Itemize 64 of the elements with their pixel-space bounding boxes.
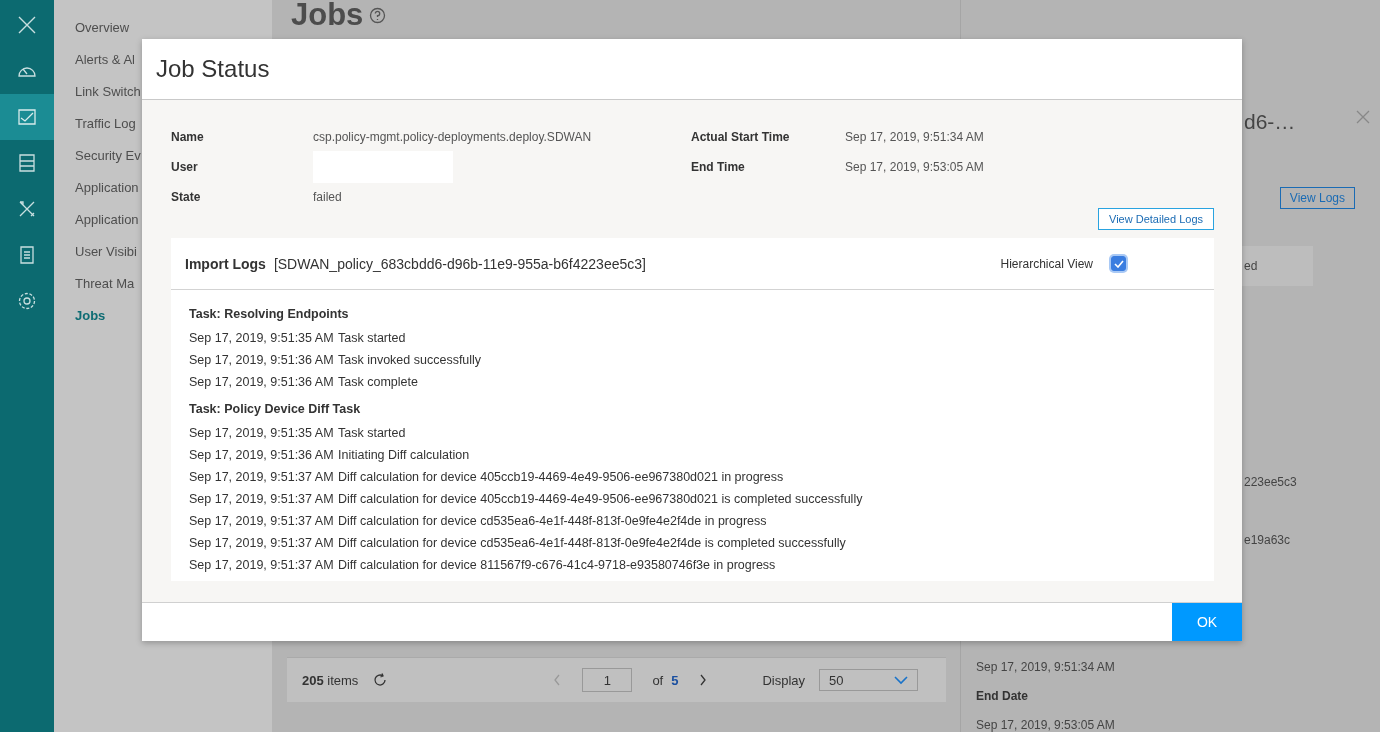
rail-item[interactable] — [0, 94, 54, 140]
start-date: Sep 17, 2019, 9:51:34 AM — [975, 660, 1116, 674]
log-time: Sep 17, 2019, 9:51:37 AM — [189, 514, 335, 528]
log-message: Diff calculation for device cd535ea6-4e1f-448f-813f-0e9fe4e2f4de in progress — [338, 514, 767, 528]
page-title: Jobs — [291, 0, 364, 33]
tools-icon — [17, 199, 37, 219]
page-of-label: of — [652, 672, 664, 688]
close-icon[interactable] — [1356, 109, 1370, 124]
field-label: Name — [171, 130, 205, 144]
display-dropdown[interactable]: 50 — [819, 669, 919, 691]
view-detailed-logs-button[interactable]: View Detailed Logs — [1098, 208, 1214, 230]
dialog-title: Job Status — [156, 55, 270, 83]
log-time: Sep 17, 2019, 9:51:35 AM — [189, 426, 335, 440]
display-label: Display — [762, 672, 806, 688]
log-message: Diff calculation for device 811567f9-c676-41c4-9718-e93580746f3e in progress — [338, 558, 776, 572]
detail-value: e19a63c — [1243, 533, 1292, 547]
log-time: Sep 17, 2019, 9:51:36 AM — [189, 448, 335, 462]
field-value: Sep 17, 2019, 9:53:05 AM — [845, 160, 984, 174]
detail-title: d6-… — [1244, 109, 1296, 134]
detail-value: 223ee5c3 — [1243, 475, 1298, 489]
field-label: Actual Start Time — [691, 130, 791, 144]
log-message: Initiating Diff calculation — [338, 448, 470, 462]
item-count: 205 items — [302, 672, 359, 688]
log-time: Sep 17, 2019, 9:51:37 AM — [189, 492, 335, 506]
log-time: Sep 17, 2019, 9:51:37 AM — [189, 536, 335, 550]
log-message: Task invoked successfully — [338, 353, 482, 367]
field-label: User — [171, 160, 199, 174]
chart-icon — [17, 108, 37, 126]
log-message: Task complete — [338, 375, 418, 389]
close-icon — [17, 15, 37, 35]
field-value: csp.policy-mgmt.policy-deployments.deploy.SDWAN — [313, 130, 592, 144]
ok-button[interactable]: OK — [1172, 603, 1242, 641]
refresh-icon[interactable] — [372, 672, 389, 688]
log-message: Task started — [338, 426, 406, 440]
field-value: failed — [313, 190, 342, 204]
page-total: 5 — [671, 672, 679, 688]
end-date: Sep 17, 2019, 9:53:05 AM — [975, 718, 1116, 732]
end-date-label: End Date — [975, 689, 1029, 703]
log-message: Diff calculation for device 405ccb19-4469-4e49-9506-ee967380d021 is completed successfully — [338, 492, 863, 506]
log-message: Diff calculation for device 405ccb19-4469-4e49-9506-ee967380d021 in progress — [338, 470, 784, 484]
log-message: Task started — [338, 331, 406, 345]
log-time: Sep 17, 2019, 9:51:36 AM — [189, 375, 335, 389]
server-icon — [18, 153, 36, 173]
hierarchical-view-label: Hierarchical View — [1000, 256, 1093, 271]
log-time: Sep 17, 2019, 9:51:35 AM — [189, 331, 335, 345]
field-label: State — [171, 190, 202, 204]
log-time: Sep 17, 2019, 9:51:37 AM — [189, 470, 335, 484]
chevron-down-icon — [894, 675, 909, 685]
log-time: Sep 17, 2019, 9:51:37 AM — [189, 558, 335, 572]
page-number-field[interactable]: 1 — [582, 668, 633, 692]
settings-icon — [17, 291, 37, 311]
help-icon[interactable] — [369, 6, 387, 24]
task-title: Task: Policy Device Diff Task — [189, 402, 362, 416]
logs-id: [SDWAN_policy_683cbdd6-d96b-11e9-955a-b6f4223ee5c3] — [273, 255, 647, 272]
log-message: Diff calculation for device cd535ea6-4e1f-448f-813f-0e9fe4e2f4de is completed successfully — [338, 536, 846, 550]
document-icon — [19, 245, 35, 265]
view-logs-button[interactable]: View Logs — [1279, 186, 1355, 209]
status-text: ed — [1244, 258, 1258, 273]
logs-title: Import Logs — [185, 255, 266, 272]
field-label: End Time — [691, 160, 746, 174]
hierarchical-view-checkbox[interactable] — [1111, 256, 1126, 271]
log-time: Sep 17, 2019, 9:51:36 AM — [189, 353, 335, 367]
task-title: Task: Resolving Endpoints — [189, 307, 350, 321]
field-value: Sep 17, 2019, 9:51:34 AM — [845, 130, 984, 144]
